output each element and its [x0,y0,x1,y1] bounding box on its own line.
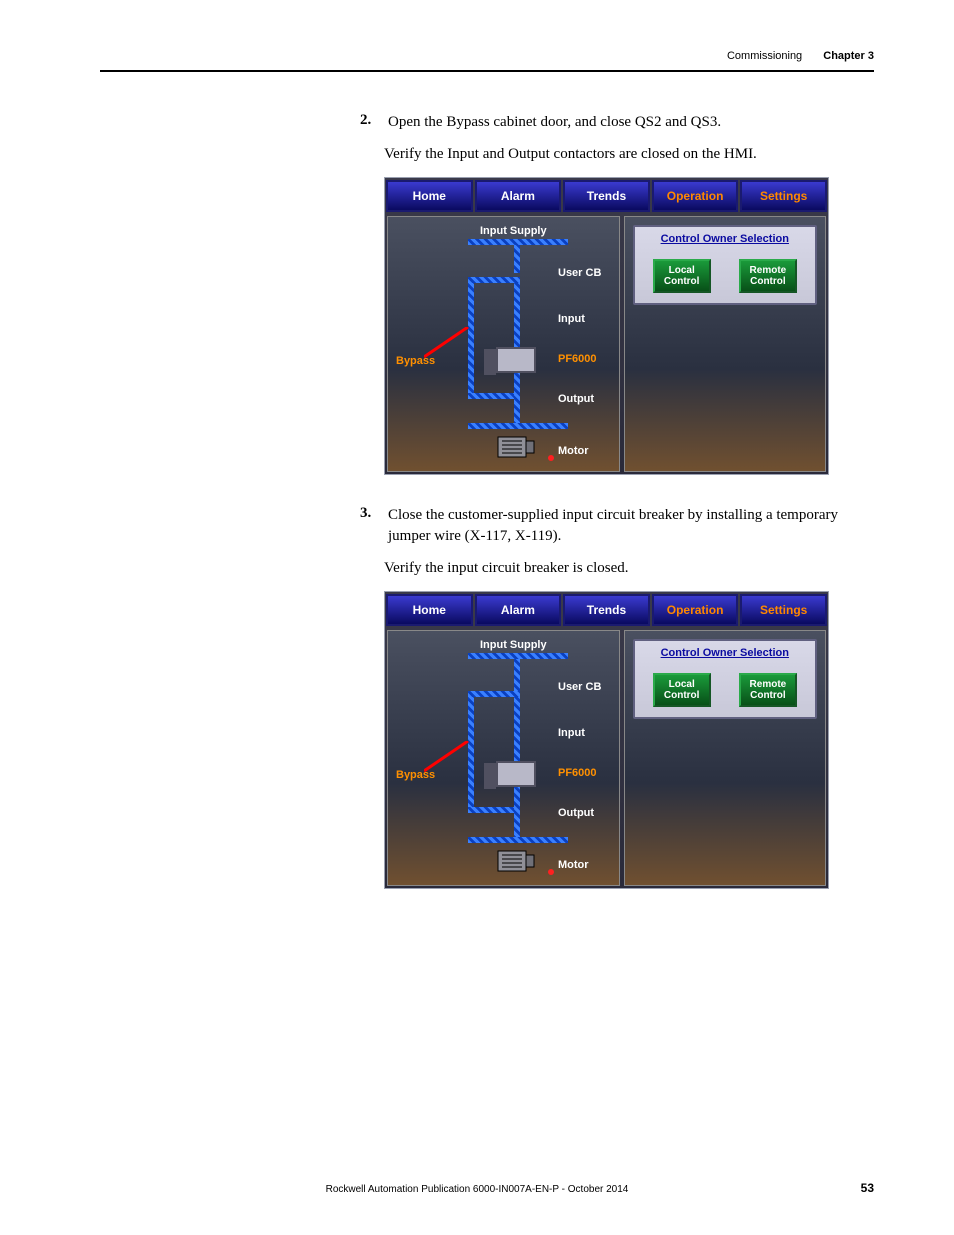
tab-alarm[interactable]: Alarm [475,180,562,212]
hmi-screenshot-2: Home Alarm Trends Operation Settings Inp… [384,591,829,889]
wire-h2 [468,393,520,399]
hmi2-control-owner-title: Control Owner Selection [639,647,811,659]
hmi2-status-dot-motor [548,869,554,875]
local-line1: Local [669,265,695,276]
header-chapter: Chapter 3 [823,50,874,62]
hmi2-label-pf6000: PF6000 [558,767,597,779]
header-section: Commissioning [727,50,802,62]
pf6000-box [496,347,536,373]
label-bypass: Bypass [396,355,435,367]
hmi2-tabs: Home Alarm Trends Operation Settings [385,592,828,628]
tab-operation[interactable]: Operation [652,180,739,212]
hmi2-label-input: Input [558,727,585,739]
hmi2-tab-settings[interactable]: Settings [740,594,827,626]
hmi2-control-owner-panel: Control Owner Selection Local Control Re… [633,639,817,719]
step-3-text: Close the customer-supplied input circui… [388,505,872,546]
hmi-control-panel-area: Control Owner Selection Local Control Re… [624,216,826,472]
hmi2-tab-operation[interactable]: Operation [652,594,739,626]
hmi2-label-bypass: Bypass [396,769,435,781]
hmi2-diagram-panel: Input Supply Bypass User CB [387,630,620,886]
hmi2-wire-v1 [514,659,520,691]
tab-trends[interactable]: Trends [563,180,650,212]
tab-settings[interactable]: Settings [740,180,827,212]
label-input-supply: Input Supply [480,225,547,237]
remote-control-button[interactable]: Remote Control [739,259,797,293]
hmi2-remote-line2: Control [750,690,786,701]
hmi2-control-panel-area: Control Owner Selection Local Control Re… [624,630,826,886]
local-line2: Control [664,276,700,287]
footer-publication: Rockwell Automation Publication 6000-IN0… [0,1184,954,1195]
label-pf6000: PF6000 [558,353,597,365]
remote-line2: Control [750,276,786,287]
hmi-diagram-panel: Input Supply Bypass User CB [387,216,620,472]
hmi2-pf6000-box [496,761,536,787]
step-2: 2. Open the Bypass cabinet door, and clo… [360,112,874,132]
hmi2-remote-control-button[interactable]: Remote Control [739,673,797,707]
hmi2-local-line2: Control [664,690,700,701]
hmi2-wire-v2 [514,697,520,761]
label-motor: Motor [558,445,589,457]
tab-home[interactable]: Home [386,180,473,212]
hmi2-tab-home[interactable]: Home [386,594,473,626]
hmi2-tab-trends[interactable]: Trends [563,594,650,626]
step-3-number: 3. [360,505,384,522]
wire-v1 [514,245,520,273]
hmi2-remote-line1: Remote [750,679,787,690]
hmi2-wire-v3 [514,787,520,843]
step-2-verify: Verify the Input and Output contactors a… [384,146,874,163]
step-2-text: Open the Bypass cabinet door, and close … [388,112,872,132]
hmi2-label-user-cb: User CB [558,681,601,693]
remote-line1: Remote [750,265,787,276]
hmi2-local-control-button[interactable]: Local Control [653,673,711,707]
hmi2-wire-h2 [468,807,520,813]
hmi2-motor-icon [496,845,538,877]
wire-v2 [514,283,520,347]
hmi2-wire-h1 [468,691,520,697]
wire-bottom [468,423,568,429]
hmi2-local-line1: Local [669,679,695,690]
label-user-cb: User CB [558,267,601,279]
hmi2-label-input-supply: Input Supply [480,639,547,651]
page-header: Commissioning Chapter 3 [100,50,874,72]
step-3: 3. Close the customer-supplied input cir… [360,505,874,546]
page-number: 53 [861,1181,874,1195]
step-3-verify: Verify the input circuit breaker is clos… [384,560,874,577]
control-owner-panel: Control Owner Selection Local Control Re… [633,225,817,305]
status-dot-motor [548,455,554,461]
hmi-tabs: Home Alarm Trends Operation Settings [385,178,828,214]
label-output: Output [558,393,594,405]
step-2-number: 2. [360,112,384,129]
wire-h1 [468,277,520,283]
local-control-button[interactable]: Local Control [653,259,711,293]
hmi-screenshot-1: Home Alarm Trends Operation Settings Inp… [384,177,829,475]
control-owner-title: Control Owner Selection [639,233,811,245]
hmi2-label-motor: Motor [558,859,589,871]
hmi2-tab-alarm[interactable]: Alarm [475,594,562,626]
motor-icon [496,431,538,463]
wire-v3 [514,373,520,429]
label-input: Input [558,313,585,325]
hmi2-label-output: Output [558,807,594,819]
hmi2-wire-bottom [468,837,568,843]
